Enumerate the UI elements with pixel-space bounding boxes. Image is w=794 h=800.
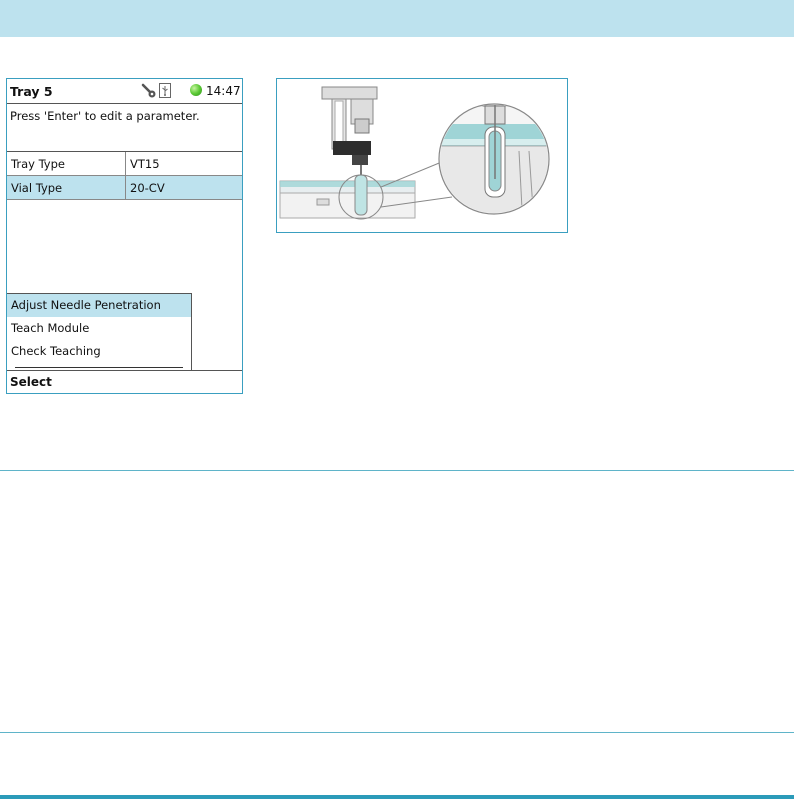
parameter-value: 20-CV [130, 181, 165, 195]
needle-vial-drawing [279, 86, 550, 220]
menu-underline [15, 367, 183, 368]
screen-title: Tray 5 [10, 84, 53, 99]
divider-line [0, 470, 794, 471]
screen-header: Tray 5 14:47 [7, 79, 242, 104]
clock: 14:47 [206, 84, 241, 98]
device-screen: Tray 5 14:47 Press 'Enter' to edit a par… [6, 78, 243, 394]
instruction-text: Press 'Enter' to edit a parameter. [10, 109, 200, 123]
menu-item-label: Teach Module [11, 321, 90, 335]
menu-item-check-teaching[interactable]: Check Teaching [7, 340, 191, 363]
parameter-name: Tray Type [11, 157, 65, 171]
status-ok-icon [190, 84, 202, 96]
divider-line [0, 732, 794, 733]
popup-menu: Adjust Needle Penetration Teach Module C… [7, 293, 192, 371]
needle-vial-illustration [276, 78, 568, 233]
select-softkey[interactable]: Select [10, 375, 52, 389]
parameter-table: Tray Type VT15 Vial Type 20-CV [7, 151, 242, 200]
bottom-bar [0, 795, 794, 799]
menu-item-label: Check Teaching [11, 344, 101, 358]
parameter-row-vial-type[interactable]: Vial Type 20-CV [7, 176, 242, 200]
menu-item-teach-module[interactable]: Teach Module [7, 317, 191, 340]
wrench-key-icon [141, 83, 156, 98]
parameter-value: VT15 [130, 157, 160, 171]
screen-footer: Select [7, 370, 242, 394]
menu-item-label: Adjust Needle Penetration [11, 298, 161, 312]
parameter-row-tray-type[interactable]: Tray Type VT15 [7, 152, 242, 176]
top-banner [0, 0, 794, 37]
parameter-name: Vial Type [11, 181, 63, 195]
usb-icon [159, 83, 171, 98]
menu-item-adjust-needle-penetration[interactable]: Adjust Needle Penetration [7, 294, 191, 317]
